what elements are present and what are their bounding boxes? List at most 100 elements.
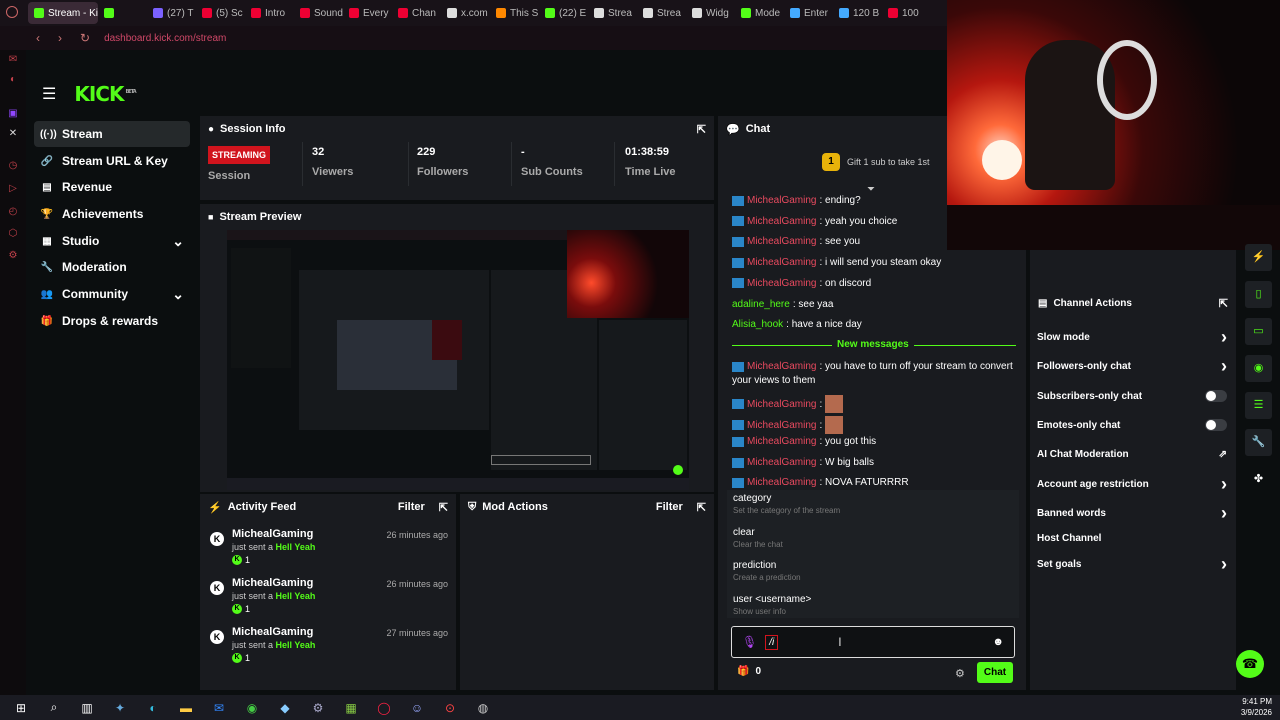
chat-settings-icon[interactable]: ⚙	[955, 667, 965, 680]
forward-icon[interactable]: ›	[58, 31, 62, 45]
chat-username[interactable]: MichealGaming	[747, 216, 816, 227]
chat-username[interactable]: MichealGaming	[747, 457, 816, 468]
store-icon[interactable]: ◆	[273, 699, 297, 717]
browser-tab[interactable]: Sound	[294, 2, 343, 24]
start-icon[interactable]: ⊞	[9, 699, 33, 717]
channel-action-set-goals[interactable]: Set goals ›	[1037, 554, 1227, 574]
chevron-down-icon[interactable]: ⌄	[172, 233, 184, 250]
chat-username[interactable]: MichealGaming	[747, 436, 816, 447]
opera-icon[interactable]: ◯	[372, 699, 396, 717]
chat-username[interactable]: adaline_here	[732, 299, 790, 310]
gift-leaderboard[interactable]: 1 Gift 1 sub to take 1st	[822, 153, 930, 171]
x-icon[interactable]: ✕	[7, 128, 19, 140]
command-suggestion[interactable]: user <username> Show user info	[733, 594, 811, 616]
browser-tab[interactable]: Mode	[735, 2, 784, 24]
browser-tab[interactable]: 100	[882, 2, 931, 24]
box-icon[interactable]: ⬡	[7, 228, 19, 240]
doc-shortcut-icon[interactable]: ▯	[1245, 281, 1272, 308]
browser-tab[interactable]: Strea	[588, 2, 637, 24]
kick-logo[interactable]: KICK BETA	[74, 82, 136, 106]
stream-preview-video[interactable]	[227, 230, 689, 490]
sidebar-item-studio[interactable]: ▦ Studio ⌄	[34, 228, 190, 254]
channel-action-slow-mode[interactable]: Slow mode ›	[1037, 327, 1227, 347]
chrome-icon[interactable]: ◉	[240, 699, 264, 717]
activity-username[interactable]: MichealGaming	[232, 577, 313, 589]
pinned-toggle-icon[interactable]: ⏷	[867, 184, 875, 195]
channel-action-emotes-only-chat[interactable]: Emotes-only chat	[1037, 415, 1227, 435]
steam-icon[interactable]: ⚙	[306, 699, 330, 717]
chat-username[interactable]: MichealGaming	[747, 399, 816, 410]
back-icon[interactable]: ‹	[36, 31, 40, 45]
broadcast-shortcut-icon[interactable]: ◉	[1245, 355, 1272, 382]
popout-icon[interactable]: ⇱	[1219, 297, 1228, 310]
copilot-icon[interactable]: ✦	[108, 699, 132, 717]
channel-action-banned-words[interactable]: Banned words ›	[1037, 503, 1227, 523]
creative-cloud-icon[interactable]: ⊙	[438, 699, 462, 717]
system-clock[interactable]: 9:41 PM 3/9/2026	[1241, 696, 1272, 718]
url-text[interactable]: dashboard.kick.com/stream	[104, 33, 226, 44]
task-view-icon[interactable]: ▥	[75, 699, 99, 717]
history-icon[interactable]: ◴	[7, 206, 19, 218]
chevron-down-icon[interactable]: ⌄	[172, 286, 184, 303]
sidebar-item-stream[interactable]: ((·)) Stream	[34, 121, 190, 147]
chat-shortcut-icon[interactable]: ▭	[1245, 318, 1272, 345]
mail-app-icon[interactable]: ✉	[207, 699, 231, 717]
browser-tab[interactable]: Strea	[637, 2, 686, 24]
channel-action-ai-chat-moderation[interactable]: AI Chat Moderation ⇗	[1037, 444, 1227, 464]
toggle-switch[interactable]	[1205, 419, 1227, 431]
browser-tab[interactable]: Every	[343, 2, 392, 24]
toggle-switch[interactable]	[1205, 390, 1227, 402]
chat-points[interactable]: 🎁 0	[737, 666, 761, 677]
browser-tab[interactable]: (22) E	[539, 2, 588, 24]
help-icon[interactable]: ☎	[1236, 650, 1264, 678]
file-explorer-icon[interactable]: ▬	[174, 699, 198, 717]
chat-username[interactable]: Alisia_hook	[732, 319, 783, 330]
hamburger-icon[interactable]: ☰	[42, 84, 56, 104]
chat-username[interactable]: MichealGaming	[747, 420, 816, 431]
browser-tab[interactable]: Stream - Ki	[28, 2, 98, 24]
edge-icon[interactable]: ◐	[141, 699, 165, 717]
sidebar-item-stream-url-key[interactable]: 🔗 Stream URL & Key	[34, 148, 190, 174]
vscode-icon[interactable]: ▦	[339, 699, 363, 717]
obs-icon[interactable]: ◍	[471, 699, 495, 717]
browser-tab[interactable]: Enter	[784, 2, 833, 24]
browser-tab[interactable]: x.com	[441, 2, 490, 24]
chat-username[interactable]: MichealGaming	[747, 236, 816, 247]
chat-username[interactable]: MichealGaming	[747, 361, 816, 372]
command-suggestion[interactable]: prediction Create a prediction	[733, 560, 801, 582]
browser-tab[interactable]: 120 B	[833, 2, 882, 24]
play-icon[interactable]: ▷	[7, 183, 19, 195]
popout-icon[interactable]: ⇱	[697, 123, 706, 136]
channel-action-followers-only-chat[interactable]: Followers-only chat ›	[1037, 356, 1227, 376]
list-shortcut-icon[interactable]: ☰	[1245, 392, 1272, 419]
chat-username[interactable]: MichealGaming	[747, 477, 816, 488]
chat-username[interactable]: MichealGaming	[747, 278, 816, 289]
browser-tab[interactable]: Intro	[245, 2, 294, 24]
browser-tab[interactable]: Chan	[392, 2, 441, 24]
emoji-icon[interactable]: ☻	[992, 636, 1004, 648]
channel-action-subscribers-only-chat[interactable]: Subscribers-only chat	[1037, 386, 1227, 406]
settings-icon[interactable]: ⚙	[7, 250, 19, 262]
command-suggestion[interactable]: clear Clear the chat	[733, 527, 783, 549]
reload-icon[interactable]: ↻	[80, 31, 90, 45]
browser-tab[interactable]: Widg	[686, 2, 735, 24]
command-suggestion[interactable]: category Set the category of the stream	[733, 493, 840, 515]
channel-action-host-channel[interactable]: Host Channel	[1037, 528, 1227, 548]
chat-send-button[interactable]: Chat	[977, 662, 1013, 683]
mail-icon[interactable]: ✉	[7, 54, 19, 66]
twitch-icon[interactable]: ▣	[7, 108, 19, 120]
messenger-icon[interactable]: ◐	[7, 74, 19, 86]
sidebar-item-achievements[interactable]: 🏆 Achievements	[34, 201, 190, 227]
chat-username[interactable]: MichealGaming	[747, 257, 816, 268]
activity-filter-button[interactable]: Filter	[398, 501, 425, 513]
browser-tab[interactable]	[98, 2, 147, 24]
popout-icon[interactable]: ⇱	[697, 501, 706, 514]
sidebar-item-moderation[interactable]: 🔧 Moderation	[34, 254, 190, 280]
sidebar-item-community[interactable]: 👥 Community ⌄	[34, 281, 190, 307]
popout-icon[interactable]: ⇱	[439, 501, 448, 514]
browser-tab[interactable]: This S	[490, 2, 539, 24]
wrench-shortcut-icon[interactable]: 🔧	[1245, 429, 1272, 456]
sidebar-item-drops-rewards[interactable]: 🎁 Drops & rewards	[34, 308, 190, 334]
mod-filter-button[interactable]: Filter	[656, 501, 683, 513]
channel-action-account-age-restriction[interactable]: Account age restriction ›	[1037, 474, 1227, 494]
